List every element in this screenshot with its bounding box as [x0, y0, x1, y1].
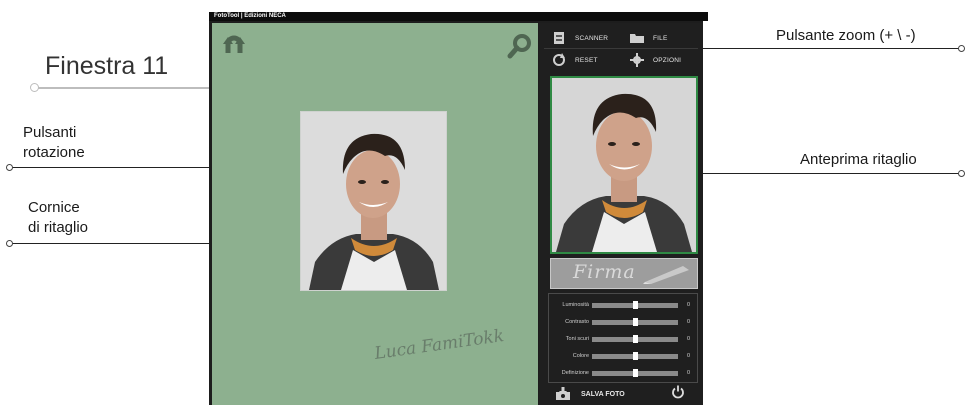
options-button[interactable]: OPZIONI — [629, 52, 681, 68]
window-label-dot — [30, 83, 39, 92]
file-button[interactable]: FILE — [629, 30, 668, 46]
adjustment-row: Luminosità 0 — [549, 298, 697, 314]
slider-handle[interactable] — [633, 369, 638, 377]
adjustment-label: Definizione — [561, 370, 589, 376]
preview-photo — [552, 78, 696, 252]
window-label: Finestra 11 — [45, 52, 169, 80]
adjustment-value: 0 — [687, 353, 691, 359]
zoom-icon — [507, 34, 531, 59]
crop-label-line2: di ritaglio — [28, 219, 89, 236]
adjustment-panel: Luminosità 0 Contrasto 0 Toni scuri 0 Colore 0 D… — [548, 293, 698, 383]
adjustment-value: 0 — [687, 336, 691, 342]
slider-handle[interactable] — [633, 318, 638, 326]
scanner-button[interactable]: SCANNER — [551, 30, 608, 46]
save-photo-label: SALVA FOTO — [581, 390, 625, 398]
adjustment-label: Contrasto — [565, 319, 589, 325]
signature-overlay: Luca FamiTokk — [373, 326, 506, 364]
crop-label-line1: Cornice — [28, 199, 80, 216]
reset-icon — [551, 53, 567, 67]
save-photo-button[interactable]: SALVA FOTO — [555, 387, 625, 401]
power-icon — [672, 385, 684, 399]
adjustment-label: Colore — [572, 353, 589, 359]
preview-label: Anteprima ritaglio — [800, 151, 917, 168]
slider-handle[interactable] — [633, 352, 638, 360]
crop-dot — [6, 240, 13, 247]
menu-divider — [544, 48, 698, 49]
adjustment-row: Toni scuri 0 — [549, 332, 697, 348]
slider-handle[interactable] — [633, 335, 638, 343]
control-panel: SCANNER FILE RESET OPZIONI Firma Luminos… — [539, 23, 703, 405]
adjustment-row: Colore 0 — [549, 349, 697, 365]
app-title: FotoTool | Edizioni NECA — [209, 12, 708, 21]
adjustment-value: 0 — [687, 302, 691, 308]
file-label: FILE — [653, 34, 668, 42]
zoom-label: Pulsante zoom (+ \ -) — [776, 27, 916, 44]
zoom-dot — [958, 45, 965, 52]
save-photo-icon — [556, 387, 570, 400]
gear-icon — [629, 53, 645, 67]
rotate-icon — [223, 35, 245, 53]
preview-dot — [958, 170, 965, 177]
crop-preview — [550, 76, 698, 254]
rotation-dot — [6, 164, 13, 171]
crop-frame[interactable] — [300, 111, 447, 291]
reset-label: RESET — [575, 56, 598, 64]
preview-line — [665, 173, 959, 174]
zoom-button[interactable] — [506, 32, 534, 60]
adjustment-value: 0 — [687, 319, 691, 325]
signature-button[interactable]: Firma — [550, 258, 698, 289]
folder-icon — [629, 31, 645, 45]
window-label-line — [38, 87, 209, 89]
power-button[interactable] — [671, 385, 685, 399]
reset-button[interactable]: RESET — [551, 52, 598, 68]
adjustment-row: Contrasto 0 — [549, 315, 697, 331]
adjustment-label: Luminosità — [562, 302, 589, 308]
adjustment-value: 0 — [687, 370, 691, 376]
scanner-icon — [551, 31, 567, 45]
scanner-label: SCANNER — [575, 34, 609, 42]
adjustment-label: Toni scuri — [565, 336, 589, 342]
adjustment-row: Definizione 0 — [549, 366, 697, 382]
pen-icon — [643, 266, 689, 284]
rotation-label-line2: rotazione — [23, 144, 85, 161]
slider-handle[interactable] — [633, 301, 638, 309]
portrait-photo — [301, 112, 446, 290]
options-label: OPZIONI — [653, 56, 682, 64]
rotation-label-line1: Pulsanti — [23, 124, 77, 141]
rotate-button[interactable] — [220, 31, 248, 59]
signature-button-label: Firma — [573, 261, 636, 283]
fototool-window: FotoTool | Edizioni NECA Luca FamiTokk S… — [209, 12, 708, 405]
rotation-line-h — [12, 167, 235, 168]
photo-workspace[interactable]: Luca FamiTokk — [212, 23, 538, 405]
